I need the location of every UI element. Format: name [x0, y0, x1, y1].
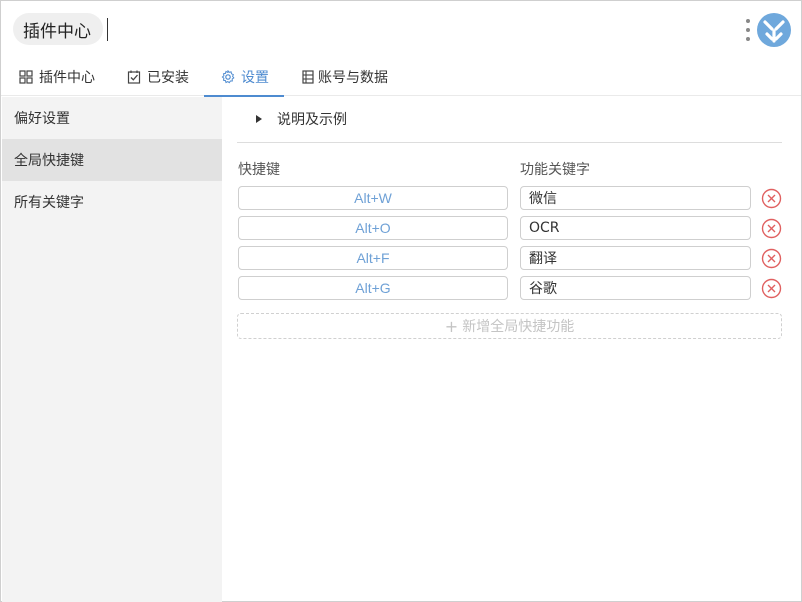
delete-icon[interactable]: [761, 188, 782, 209]
search-box[interactable]: 插件中心: [13, 13, 103, 45]
sidebar-item-label: 所有关键字: [14, 195, 84, 211]
sidebar-item-global-shortcuts[interactable]: 全局快捷键: [2, 139, 222, 181]
shortcut-button[interactable]: Alt+O: [238, 216, 508, 240]
page-title: 插件中心: [23, 21, 91, 42]
tab-settings[interactable]: 设置: [204, 58, 284, 97]
shortcut-button[interactable]: Alt+F: [238, 246, 508, 270]
keyword-input[interactable]: 微信: [520, 186, 751, 210]
tab-account-data[interactable]: 账号与数据: [301, 58, 388, 96]
divider: [237, 142, 782, 143]
delete-icon[interactable]: [761, 218, 782, 239]
checkbox-icon: [127, 70, 141, 84]
caret-right-icon: [256, 115, 262, 123]
gear-icon: [221, 70, 235, 84]
plus-icon: +: [444, 316, 459, 336]
shortcut-button[interactable]: Alt+G: [238, 276, 508, 300]
window: 插件中心 插件中心 已安装 设置 账号与数据 偏好设置 全局快捷键 所有关键字 …: [0, 0, 802, 602]
delete-icon[interactable]: [761, 248, 782, 269]
sidebar-item-all-keywords[interactable]: 所有关键字: [2, 181, 222, 223]
add-shortcut-label: 新增全局快捷功能: [462, 319, 575, 335]
add-shortcut-button[interactable]: + 新增全局快捷功能: [237, 313, 782, 339]
tab-plugin-center[interactable]: 插件中心: [19, 58, 95, 96]
sidebar: 偏好设置 全局快捷键 所有关键字: [2, 97, 222, 602]
delete-icon[interactable]: [761, 278, 782, 299]
keyword-input[interactable]: OCR: [520, 216, 751, 240]
explain-label: 说明及示例: [277, 112, 347, 128]
tab-bar: 插件中心 已安装 设置 账号与数据: [1, 58, 801, 97]
sidebar-item-label: 全局快捷键: [14, 153, 84, 169]
column-header-keyword: 功能关键字: [520, 162, 590, 178]
database-icon: [302, 70, 314, 84]
tab-label: 插件中心: [39, 70, 95, 86]
column-header-shortcut: 快捷键: [238, 162, 280, 178]
tab-label: 账号与数据: [318, 70, 388, 86]
app-logo-icon[interactable]: [756, 12, 792, 48]
text-cursor: [107, 18, 108, 41]
more-vertical-icon[interactable]: [745, 19, 751, 41]
sidebar-item-preferences[interactable]: 偏好设置: [2, 97, 222, 139]
explain-toggle[interactable]: 说明及示例: [256, 109, 347, 129]
shortcut-button[interactable]: Alt+W: [238, 186, 508, 210]
sidebar-item-label: 偏好设置: [14, 111, 70, 127]
tab-installed[interactable]: 已安装: [127, 58, 189, 96]
tab-label: 已安装: [147, 70, 189, 86]
keyword-input[interactable]: 翻译: [520, 246, 751, 270]
keyword-input[interactable]: 谷歌: [520, 276, 751, 300]
tab-label: 设置: [241, 70, 269, 86]
grid-icon: [19, 70, 33, 84]
